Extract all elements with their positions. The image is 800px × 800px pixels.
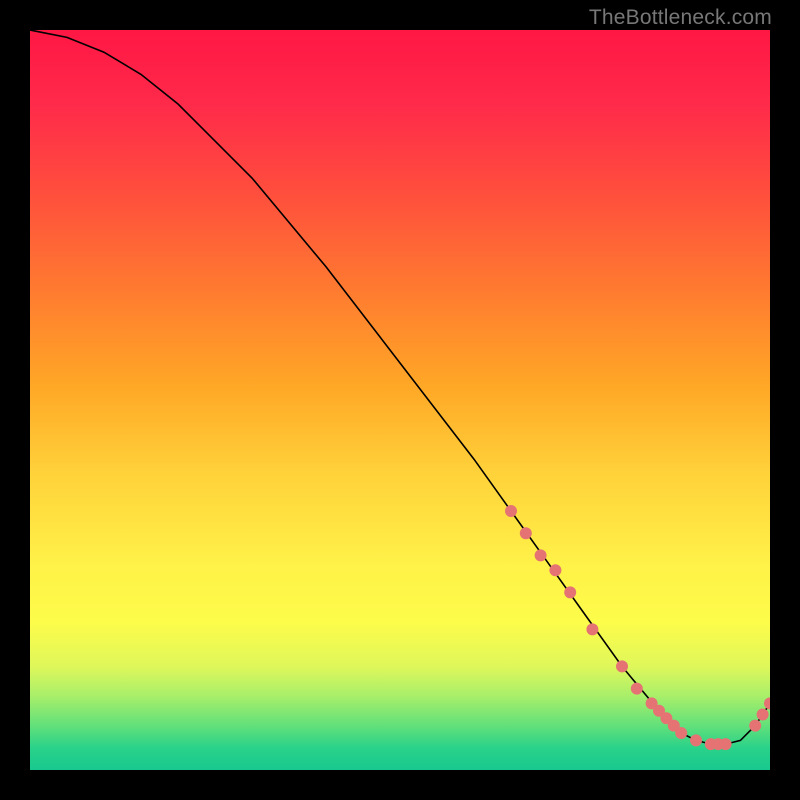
chart-svg <box>30 30 770 770</box>
plot-area <box>30 30 770 770</box>
line-series <box>30 30 770 744</box>
chart-frame: TheBottleneck.com <box>0 0 800 800</box>
scatter-series <box>505 505 770 750</box>
scatter-point <box>586 623 598 635</box>
scatter-point <box>535 549 547 561</box>
scatter-point <box>720 738 732 750</box>
scatter-point <box>675 727 687 739</box>
scatter-point <box>520 527 532 539</box>
watermark-text: TheBottleneck.com <box>589 6 772 30</box>
scatter-point <box>757 709 769 721</box>
scatter-point <box>564 586 576 598</box>
scatter-point <box>505 505 517 517</box>
scatter-point <box>631 683 643 695</box>
scatter-point <box>764 697 770 709</box>
scatter-point <box>549 564 561 576</box>
scatter-point <box>690 734 702 746</box>
scatter-point <box>749 720 761 732</box>
scatter-point <box>616 660 628 672</box>
